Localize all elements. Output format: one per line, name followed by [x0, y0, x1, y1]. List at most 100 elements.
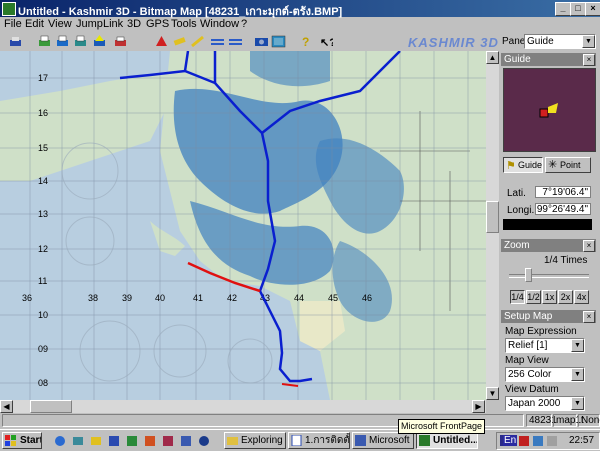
- task-exploring[interactable]: Exploring ...: [224, 432, 286, 449]
- zoom-2x-button[interactable]: 2x: [558, 290, 573, 304]
- close-icon[interactable]: ×: [583, 240, 595, 252]
- menu-link[interactable]: Link: [103, 18, 123, 30]
- task-kashmir-label: Untitled...: [433, 435, 478, 446]
- warning-icon[interactable]: [92, 34, 107, 49]
- menu-edit[interactable]: Edit: [25, 18, 44, 30]
- menu-help[interactable]: ?: [241, 18, 247, 30]
- brand-logo: KASHMIR 3D: [408, 35, 499, 50]
- quicklaunch-excel-icon[interactable]: [126, 435, 138, 447]
- flag-icon: ⚑: [506, 160, 516, 172]
- map-view[interactable]: 36 38 39 40 41 42 43 44 45 46 17 16 15 1…: [0, 51, 486, 400]
- quicklaunch-media-icon[interactable]: [198, 435, 210, 447]
- title-bar: Untitled - Kashmir 3D - Bitmap Map [4823…: [0, 0, 600, 18]
- vertical-scrollbar[interactable]: ▲ ▼: [486, 51, 499, 400]
- task-kashmir[interactable]: Untitled...: [416, 432, 478, 449]
- quicklaunch-access-icon[interactable]: [162, 435, 174, 447]
- quicklaunch-desktop-icon[interactable]: [72, 435, 84, 447]
- chevron-down-icon[interactable]: ▼: [571, 339, 584, 352]
- print-icon[interactable]: [37, 34, 52, 49]
- quicklaunch-powerpoint-icon[interactable]: [144, 435, 156, 447]
- zoom-slider-track[interactable]: [509, 274, 589, 278]
- tray-icon[interactable]: [519, 436, 529, 446]
- menu-window[interactable]: Window: [200, 18, 239, 30]
- task-microsoft-label: Microsoft ...: [369, 435, 413, 446]
- route-icon[interactable]: [190, 34, 205, 49]
- chevron-down-icon[interactable]: ▼: [571, 368, 584, 381]
- bitmap-icon[interactable]: [271, 34, 286, 49]
- close-button[interactable]: ×: [585, 2, 600, 16]
- menu-gps[interactable]: GPS: [146, 18, 169, 30]
- arrows2-icon[interactable]: [228, 34, 243, 49]
- guide-header: Guide ×: [501, 53, 596, 66]
- minimize-button[interactable]: _: [555, 2, 571, 16]
- side-panel: Panel Guide ▼ Guide × ⚑ Guide ✳ Point La…: [499, 33, 600, 413]
- chevron-down-icon[interactable]: ▼: [582, 35, 595, 48]
- panel-select-value: Guide: [527, 36, 554, 47]
- whatsthis-icon[interactable]: ↖?: [318, 34, 333, 49]
- help-icon[interactable]: ?: [298, 34, 313, 49]
- menu-3d[interactable]: 3D: [127, 18, 141, 30]
- grid-y-label: 15: [38, 143, 48, 153]
- map-expression-select[interactable]: Relief [1] ▼: [505, 338, 585, 353]
- zoom-4x-button[interactable]: 4x: [574, 290, 589, 304]
- task-document[interactable]: 1.การติดตั้ง...: [288, 432, 350, 449]
- camera-icon[interactable]: [254, 34, 269, 49]
- map-expression-value: Relief [1]: [508, 340, 548, 351]
- paste-icon[interactable]: [73, 34, 88, 49]
- svg-text:?: ?: [302, 35, 309, 49]
- close-icon[interactable]: ×: [583, 311, 595, 323]
- tray-network-icon[interactable]: [533, 436, 543, 446]
- menu-view[interactable]: View: [48, 18, 72, 30]
- guide-minimap[interactable]: [503, 68, 596, 152]
- tab-guide[interactable]: ⚑ Guide: [503, 157, 543, 173]
- grid-y-label: 17: [38, 73, 48, 83]
- quicklaunch-word-icon[interactable]: [108, 435, 120, 447]
- task-microsoft[interactable]: Microsoft ...: [352, 432, 414, 449]
- grid-y-label: 09: [38, 344, 48, 354]
- zoom-slider-thumb[interactable]: [525, 268, 532, 282]
- horizontal-scroll-thumb[interactable]: [30, 400, 72, 413]
- zoom-half-button[interactable]: 1/2: [526, 290, 541, 304]
- tab-point[interactable]: ✳ Point: [545, 157, 591, 173]
- scroll-up-icon[interactable]: ▲: [486, 51, 499, 64]
- flag-icon[interactable]: [113, 34, 128, 49]
- marker-icon[interactable]: [154, 34, 169, 49]
- quicklaunch-frontpage-icon[interactable]: [180, 435, 192, 447]
- pencil-icon[interactable]: [172, 34, 187, 49]
- chevron-down-icon[interactable]: ▼: [571, 397, 584, 410]
- menu-tools[interactable]: Tools: [171, 18, 197, 30]
- point-icon: ✳: [548, 159, 558, 171]
- tab-point-label: Point: [560, 160, 581, 170]
- grid-x-label: 46: [362, 293, 372, 303]
- guide-marker-icon: [539, 103, 558, 118]
- grid-y-label: 14: [38, 176, 48, 186]
- view-datum-select[interactable]: Japan 2000 ▼: [505, 396, 585, 411]
- tray-volume-icon[interactable]: [547, 436, 557, 446]
- menu-file[interactable]: File: [4, 18, 22, 30]
- arrows-icon[interactable]: [210, 34, 225, 49]
- start-button[interactable]: Start: [2, 432, 42, 449]
- horizontal-scrollbar[interactable]: ◀ ▶: [0, 400, 486, 413]
- vertical-scroll-thumb[interactable]: [486, 201, 499, 233]
- map-view-select[interactable]: 256 Color ▼: [505, 367, 585, 382]
- quicklaunch-outlook-icon[interactable]: [90, 435, 102, 447]
- quicklaunch-ie-icon[interactable]: [54, 435, 66, 447]
- grid-y-label: 08: [38, 378, 48, 388]
- scroll-left-icon[interactable]: ◀: [0, 400, 13, 413]
- copy-icon[interactable]: [55, 34, 70, 49]
- panel-select[interactable]: Guide ▼: [524, 34, 596, 49]
- zoom-quarter-button[interactable]: 1/4: [510, 290, 525, 304]
- language-indicator[interactable]: En: [503, 435, 518, 446]
- scroll-right-icon[interactable]: ▶: [472, 400, 485, 413]
- app-icon[interactable]: [2, 2, 16, 16]
- menu-jump[interactable]: Jump: [76, 18, 103, 30]
- status-map-name: map1t: [553, 414, 584, 427]
- scroll-down-icon[interactable]: ▼: [486, 387, 499, 400]
- grid-x-label: 44: [294, 293, 304, 303]
- map-canvas[interactable]: 36 38 39 40 41 42 43 44 45 46 17 16 15 1…: [0, 51, 486, 400]
- maximize-button[interactable]: □: [570, 2, 586, 16]
- zoom-1x-button[interactable]: 1x: [542, 290, 557, 304]
- grid-x-label: 42: [227, 293, 237, 303]
- save-icon[interactable]: [8, 34, 23, 49]
- close-icon[interactable]: ×: [583, 54, 595, 66]
